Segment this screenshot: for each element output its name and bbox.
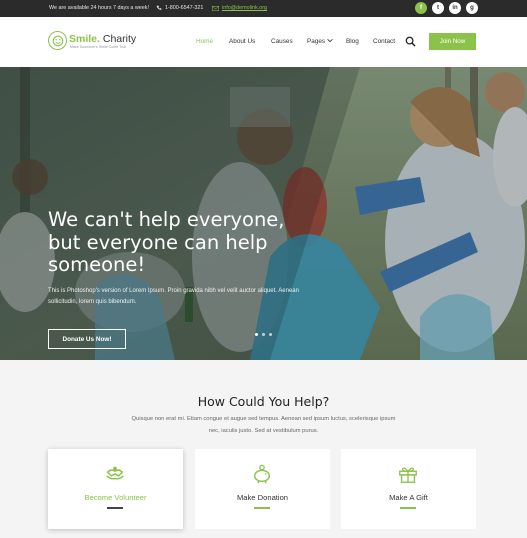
chevron-down-icon <box>327 39 333 43</box>
hero-banner: We can't help everyone, but everyone can… <box>0 67 527 360</box>
slider-dots <box>255 333 272 336</box>
card-divider <box>107 507 123 509</box>
availability-text: We are available 24 hours 7 days a week! <box>49 5 149 11</box>
phone-contact[interactable]: 1-800-6547-321 <box>156 5 203 11</box>
site-header: Smile. Charity Make Someone's Smile Come… <box>0 17 527 67</box>
card-divider <box>254 507 270 509</box>
search-icon[interactable] <box>405 36 416 47</box>
nav-home[interactable]: Home <box>196 38 213 45</box>
logo-title-charity: Charity <box>99 33 137 45</box>
logo-title-smile: Smile. <box>69 33 100 45</box>
card-label: Make Donation <box>236 493 289 502</box>
logo-smile-icon[interactable] <box>48 31 67 50</box>
slider-dot-1[interactable] <box>255 333 258 336</box>
card-become-volunteer[interactable]: Become Volunteer <box>48 449 183 529</box>
help-description: Quisque non erat mi. Etiam congue et aug… <box>131 416 396 434</box>
card-make-a-gift[interactable]: Make A Gift <box>341 449 476 529</box>
email-link[interactable]: info@demolink.org <box>222 5 267 11</box>
social-links: f t in g <box>415 2 478 14</box>
join-now-button[interactable]: Join Now <box>429 33 476 50</box>
hero-heading: We can't help everyone, but everyone can… <box>48 208 285 276</box>
donate-now-button[interactable]: Donate Us Now! <box>48 329 126 349</box>
gift-icon <box>399 467 417 483</box>
card-divider <box>400 507 416 509</box>
twitter-icon[interactable]: t <box>432 2 444 14</box>
card-label: Become Volunteer <box>84 493 147 502</box>
nav-pages[interactable]: Pages <box>307 38 333 45</box>
email-contact[interactable]: info@demolink.org <box>212 5 267 11</box>
help-title: How Could You Help? <box>197 394 330 409</box>
facebook-icon[interactable]: f <box>415 2 427 14</box>
nav-about-us[interactable]: About Us <box>229 38 255 45</box>
mail-icon <box>212 5 219 11</box>
slider-dot-3[interactable] <box>269 333 272 336</box>
phone-icon <box>156 5 162 10</box>
nav-blog[interactable]: Blog <box>346 38 359 45</box>
slider-dot-2[interactable] <box>262 333 265 336</box>
nav-pages-label: Pages <box>307 38 326 45</box>
phone-number: 1-800-6547-321 <box>165 5 204 11</box>
top-bar: We are available 24 hours 7 days a week!… <box>0 0 527 17</box>
nav-causes[interactable]: Causes <box>271 38 293 45</box>
volunteer-hands-icon <box>106 466 124 480</box>
nav-contact[interactable]: Contact <box>373 38 395 45</box>
logo-title[interactable]: Smile. Charity <box>69 33 136 45</box>
logo-tagline: Make Someone's Smile Come True <box>70 45 127 49</box>
linkedin-icon[interactable]: in <box>449 2 461 14</box>
piggy-bank-icon <box>253 464 271 484</box>
google-plus-icon[interactable]: g <box>466 2 478 14</box>
hero-paragraph: This is Photoshop's version of Lorem Ips… <box>48 288 299 305</box>
card-label: Make A Gift <box>389 493 428 502</box>
card-make-donation[interactable]: Make Donation <box>195 449 330 529</box>
